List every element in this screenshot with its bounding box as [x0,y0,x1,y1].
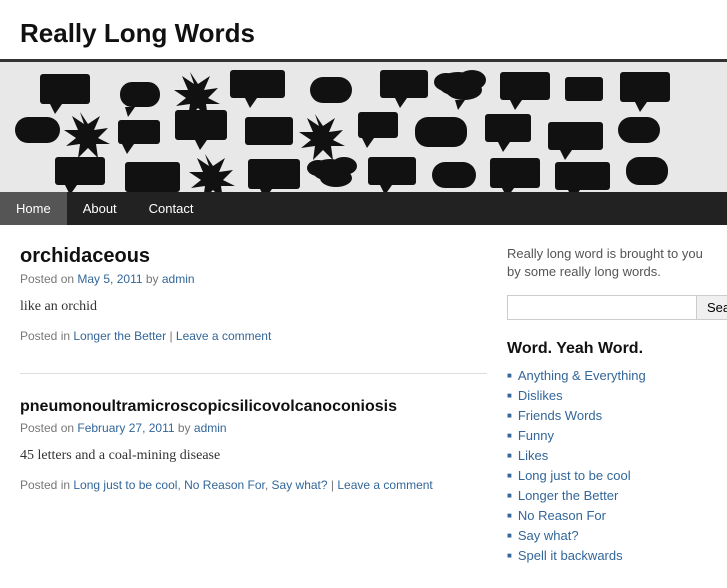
link-dislikes[interactable]: Dislikes [518,388,563,403]
post-1-meta: Posted on May 5, 2011 by admin [20,272,487,286]
search-button[interactable]: Search [697,295,727,320]
post-2-title[interactable]: pneumonoultramicroscopicsilicovolcanocon… [20,398,397,415]
post-1-cat1[interactable]: Longer the Better [73,329,166,343]
banner-image [0,62,727,192]
post-1-date[interactable]: May 5, 2011 [77,272,142,286]
site-title: Really Long Words [20,18,707,49]
widget-title: Word. Yeah Word. [507,340,707,358]
post-2-cat1[interactable]: Long just to be cool [73,478,177,492]
link-funny[interactable]: Funny [518,428,554,443]
search-input[interactable] [507,295,697,320]
post-2-footer: Posted in Long just to be cool, No Reaso… [20,478,487,492]
list-item: Spell it backwards [507,548,707,563]
list-item: No Reason For [507,508,707,523]
list-item: Longer the Better [507,488,707,503]
list-item: Long just to be cool [507,468,707,483]
post-1-footer: Posted in Longer the Better | Leave a co… [20,329,487,343]
main-content: orchidaceous Posted on May 5, 2011 by ad… [20,245,487,568]
nav-home[interactable]: Home [0,192,67,225]
link-say-what[interactable]: Say what? [518,528,579,543]
link-friends[interactable]: Friends Words [518,408,602,423]
list-item: Funny [507,428,707,443]
post-1-content: like an orchid [20,296,487,317]
word-widget: Word. Yeah Word. Anything & Everything D… [507,340,707,563]
search-widget: Search [507,295,707,320]
post-2-meta: Posted on February 27, 2011 by admin [20,421,487,435]
list-item: Anything & Everything [507,368,707,383]
post-2-leave-comment[interactable]: Leave a comment [337,478,432,492]
sidebar: Really long word is brought to you by so… [507,245,707,568]
list-item: Likes [507,448,707,463]
post-1: orchidaceous Posted on May 5, 2011 by ad… [20,245,487,343]
post-1-leave-comment[interactable]: Leave a comment [176,329,271,343]
post-1-title[interactable]: orchidaceous [20,245,150,267]
link-spell[interactable]: Spell it backwards [518,548,623,563]
list-item: Dislikes [507,388,707,403]
post-2-date[interactable]: February 27, 2011 [77,421,174,435]
sidebar-tagline: Really long word is brought to you by so… [507,245,707,281]
post-2: pneumonoultramicroscopicsilicovolcanocon… [20,394,487,492]
nav-contact[interactable]: Contact [133,192,210,225]
list-item: Friends Words [507,408,707,423]
link-long-cool[interactable]: Long just to be cool [518,468,631,483]
link-anything[interactable]: Anything & Everything [518,368,646,383]
post-2-author[interactable]: admin [194,421,227,435]
post-2-content: 45 letters and a coal-mining disease [20,445,487,466]
post-2-cat2[interactable]: No Reason For [184,478,265,492]
nav-about[interactable]: About [67,192,133,225]
widget-list: Anything & Everything Dislikes Friends W… [507,368,707,563]
link-no-reason[interactable]: No Reason For [518,508,606,523]
post-2-cat3[interactable]: Say what? [272,478,328,492]
list-item: Say what? [507,528,707,543]
post-divider [20,373,487,374]
main-nav: Home About Contact [0,192,727,225]
link-longer[interactable]: Longer the Better [518,488,618,503]
post-1-author[interactable]: admin [162,272,195,286]
link-likes[interactable]: Likes [518,448,548,463]
